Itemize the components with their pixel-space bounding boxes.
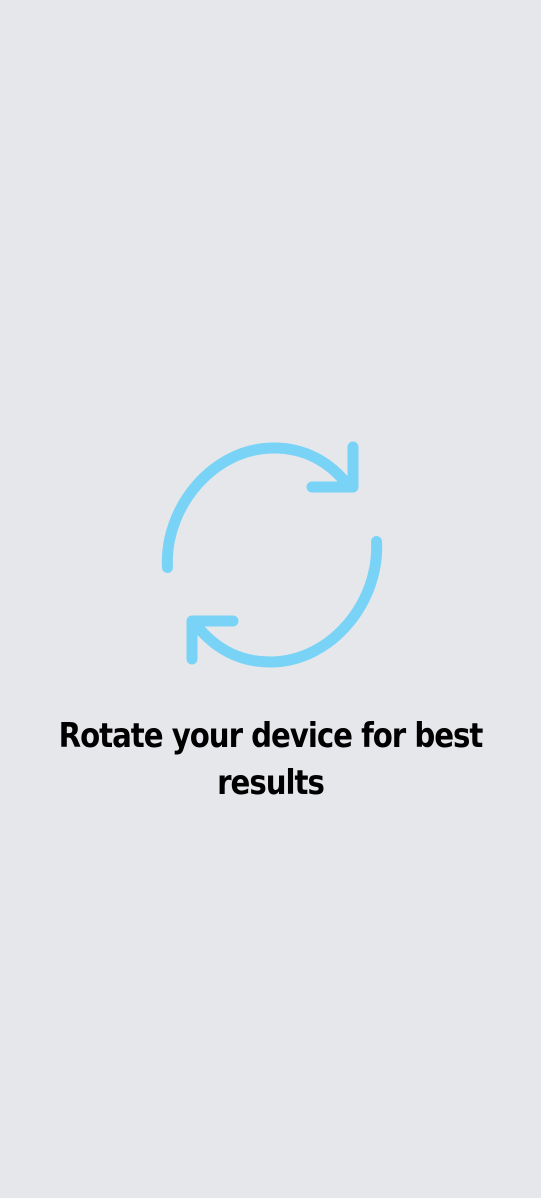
rotate-device-message: Rotate your device for best results bbox=[58, 716, 484, 803]
rotate-arrows-icon bbox=[156, 438, 388, 670]
rotate-device-screen: Rotate your device for best results bbox=[0, 0, 541, 1198]
